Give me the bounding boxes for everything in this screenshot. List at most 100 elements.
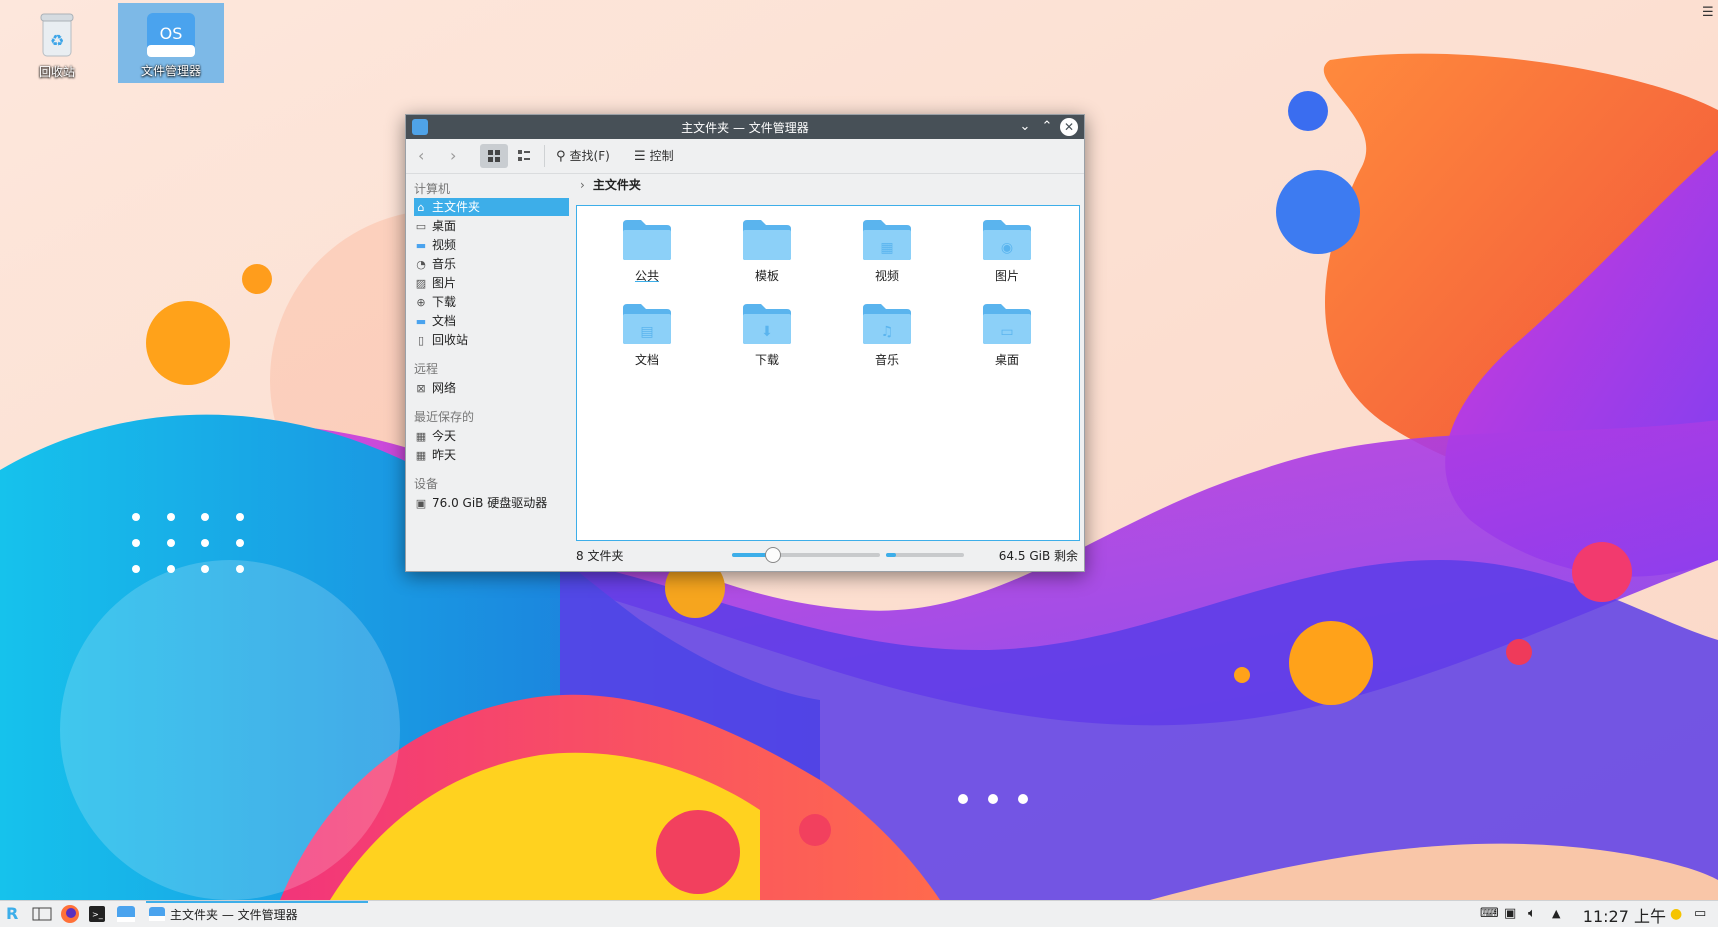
desktop-menu-icon[interactable]: ☰: [1702, 5, 1714, 20]
sidebar-item-label: 昨天: [432, 448, 457, 462]
folder-icon: ▤: [623, 304, 671, 344]
sidebar-item-label: 76.0 GiB 硬盘驱动器: [432, 496, 548, 510]
home-icon: ⌂: [417, 201, 425, 214]
weather-icon[interactable]: ●: [1670, 904, 1682, 924]
svg-text:⬇: ⬇: [761, 324, 773, 340]
desktop-icon-label: 回收站: [38, 65, 75, 79]
folder-item[interactable]: 公共: [597, 218, 697, 300]
folder-icon: ▦: [863, 220, 911, 260]
details-view-icon: [518, 150, 530, 161]
sidebar-item-label: 主文件夹: [432, 200, 481, 214]
find-button[interactable]: ⚲ 查找(F): [556, 144, 610, 168]
places-sidebar: 计算机 ⌂ 主文件夹 ▭ 桌面 ▬ 视频 ◔ 音乐 ▨ 图片 ⊕ 下载 ▬ 文档 ▯ 回收站 远…: [406, 174, 574, 571]
folder-item[interactable]: ◉ 图片: [957, 218, 1057, 300]
window-title: 主文件夹 — 文件管理器: [681, 121, 809, 135]
calendar-icon: ▦: [415, 449, 427, 462]
sidebar-item-label: 文档: [432, 314, 457, 328]
image-icon: ▨: [415, 277, 427, 290]
folder-item[interactable]: ▤ 文档: [597, 302, 697, 384]
folder-label: 视频: [874, 269, 899, 283]
menu-icon: ☰: [634, 149, 646, 164]
maximize-button[interactable]: ⌃: [1038, 118, 1056, 136]
keyboard-icon[interactable]: ⌨: [1480, 904, 1499, 924]
sidebar-item-hard-drive[interactable]: ▣ 76.0 GiB 硬盘驱动器: [414, 494, 569, 512]
folder-label: 下载: [754, 353, 779, 367]
sidebar-item-label: 视频: [432, 238, 457, 252]
terminal-icon[interactable]: >_: [88, 904, 106, 924]
tray-expand-icon[interactable]: ▲: [1552, 904, 1560, 924]
sidebar-item-label: 下载: [432, 295, 457, 309]
folder-item[interactable]: ▭ 桌面: [957, 302, 1057, 384]
folder-item[interactable]: 模板: [717, 218, 817, 300]
svg-text:▦: ▦: [880, 240, 893, 256]
sidebar-item-network[interactable]: ⊠ 网络: [414, 379, 569, 397]
folder-item[interactable]: ▦ 视频: [837, 218, 937, 300]
sidebar-heading-recent: 最近保存的: [414, 410, 475, 424]
toolbar-divider: [544, 145, 545, 167]
icons-view-button[interactable]: [480, 144, 508, 168]
folder-icon: ▭: [983, 304, 1031, 344]
forward-button[interactable]: ›: [450, 144, 456, 168]
chevron-right-icon: ›: [580, 178, 585, 192]
calendar-icon: ▦: [415, 430, 427, 443]
drive-icon: ▣: [415, 497, 427, 510]
folder-icon: ⬇: [743, 304, 791, 344]
svg-text:♫: ♫: [881, 324, 894, 340]
folder-view[interactable]: 公共 模板 ▦ 视频 ◉ 图片 ▤ 文档 ⬇ 下载 ♫ 音乐 ▭ 桌面: [576, 205, 1080, 541]
desktop-icon-trash[interactable]: ♻ 回收站: [4, 4, 110, 84]
file-manager-launcher-icon[interactable]: [116, 904, 136, 924]
network-status-icon[interactable]: ▣: [1504, 904, 1516, 924]
volume-icon[interactable]: 🔈︎: [1528, 904, 1536, 924]
folder-item[interactable]: ♫ 音乐: [837, 302, 937, 384]
details-view-button[interactable]: [510, 144, 538, 168]
zoom-slider[interactable]: [732, 547, 880, 563]
sidebar-item-downloads[interactable]: ⊕ 下载: [414, 293, 569, 311]
app-launcher-icon[interactable]: R: [6, 904, 18, 924]
zoom-slider-handle[interactable]: [764, 547, 781, 563]
sidebar-item-home[interactable]: ⌂ 主文件夹: [414, 198, 569, 216]
search-icon: ⚲: [556, 149, 566, 164]
desktop-icon-file-manager[interactable]: OS 文件管理器: [118, 3, 224, 83]
status-bar: 8 文件夹 64.5 GiB 剩余: [576, 545, 1080, 565]
breadcrumb[interactable]: › 主文件夹: [580, 174, 641, 196]
svg-text:OS: OS: [160, 24, 183, 43]
sidebar-item-pictures[interactable]: ▨ 图片: [414, 274, 569, 292]
show-desktop-button[interactable]: [32, 904, 52, 924]
folder-item[interactable]: ⬇ 下载: [717, 302, 817, 384]
sidebar-item-desktop[interactable]: ▭ 桌面: [414, 217, 569, 235]
file-manager-icon: OS: [147, 13, 195, 57]
network-icon: ⊠: [416, 382, 426, 395]
show-desktop-icon[interactable]: ▭: [1694, 904, 1706, 924]
sidebar-item-music[interactable]: ◔ 音乐: [414, 255, 569, 273]
sidebar-item-today[interactable]: ▦ 今天: [414, 427, 569, 445]
toolbar: ‹ › ⚲ 查找(F) ☰ 控制: [406, 139, 1084, 174]
free-space-text: 64.5 GiB 剩余: [998, 549, 1078, 563]
control-button[interactable]: ☰ 控制: [634, 144, 674, 168]
folder-label: 桌面: [994, 353, 1019, 367]
close-button[interactable]: ✕: [1060, 118, 1078, 136]
svg-text:◉: ◉: [1001, 240, 1013, 256]
firefox-icon[interactable]: [60, 904, 80, 924]
sidebar-item-documents[interactable]: ▬ 文档: [414, 312, 569, 330]
folder-icon: ▬: [415, 239, 427, 252]
task-file-manager[interactable]: 主文件夹 — 文件管理器: [146, 901, 368, 927]
sidebar-item-label: 图片: [432, 276, 457, 290]
svg-text:>_: >_: [92, 910, 104, 919]
folder-icon: ▬: [415, 315, 427, 328]
svg-text:♻: ♻: [50, 31, 64, 50]
sidebar-item-yesterday[interactable]: ▦ 昨天: [414, 446, 569, 464]
sidebar-item-label: 网络: [432, 381, 457, 395]
back-button[interactable]: ‹: [418, 144, 424, 168]
sidebar-item-trash[interactable]: ▯ 回收站: [414, 331, 569, 349]
folder-label: 公共: [634, 269, 659, 283]
clock[interactable]: 11:27 上午: [1583, 903, 1666, 927]
minimize-button[interactable]: ⌄: [1016, 118, 1034, 136]
trash-icon: ♻: [40, 13, 74, 57]
window-titlebar[interactable]: 主文件夹 — 文件管理器 ⌄ ⌃ ✕: [406, 115, 1084, 139]
disk-space-bar: [886, 553, 964, 557]
sidebar-item-videos[interactable]: ▬ 视频: [414, 236, 569, 254]
svg-text:▤: ▤: [640, 324, 653, 340]
trash-icon: ▯: [417, 334, 425, 347]
folder-label: 音乐: [874, 353, 899, 367]
file-manager-window: 主文件夹 — 文件管理器 ⌄ ⌃ ✕ ‹ › ⚲查找(F) ☰控制 计算机: [405, 114, 1085, 572]
